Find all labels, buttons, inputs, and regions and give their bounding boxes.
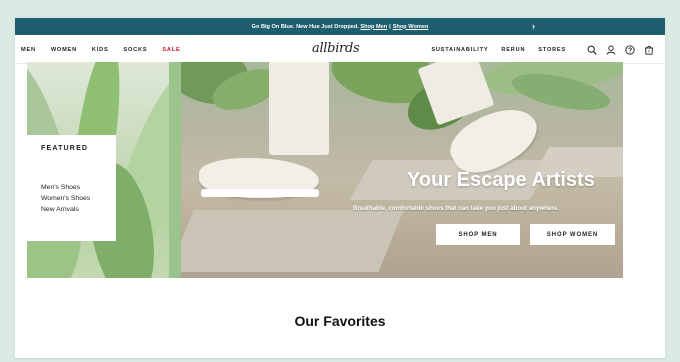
nav-sustainability[interactable]: SUSTAINABILITY bbox=[431, 47, 488, 53]
shop-men-button[interactable]: SHOP MEN bbox=[436, 224, 520, 245]
shop-women-button[interactable]: SHOP WOMEN bbox=[530, 224, 615, 245]
featured-new-arrivals-link[interactable]: New Arrivals bbox=[41, 206, 79, 213]
nav-women[interactable]: WOMEN bbox=[51, 47, 77, 53]
chevron-right-icon[interactable]: › bbox=[532, 21, 535, 31]
promo-text: Go Big On Blue. New Hue Just Dropped. bbox=[251, 23, 359, 30]
nav-rerun[interactable]: RERUN bbox=[501, 47, 525, 53]
featured-menu: FEATURED Men's Shoes Women's Shoes New A… bbox=[27, 135, 116, 241]
promo-separator: | bbox=[389, 23, 391, 30]
promo-shop-women-link[interactable]: Shop Women bbox=[393, 24, 429, 30]
brand-logo[interactable]: allbirds bbox=[312, 41, 360, 56]
featured-womens-shoes-link[interactable]: Women's Shoes bbox=[41, 195, 90, 202]
hero-banner: Your Escape Artists Breathable, comforta… bbox=[181, 62, 623, 278]
cart-count: 0 bbox=[648, 49, 650, 53]
featured-title: FEATURED bbox=[41, 145, 89, 152]
shoe-left-sole bbox=[201, 189, 319, 197]
section-title: Our Favorites bbox=[294, 313, 386, 329]
nav-sale[interactable]: SALE bbox=[162, 47, 180, 53]
stepping-stone bbox=[181, 210, 404, 272]
nav-kids[interactable]: KIDS bbox=[92, 47, 109, 53]
nav-right: SUSTAINABILITY RERUN STORES 0 bbox=[431, 35, 655, 64]
promo-banner: Go Big On Blue. New Hue Just Dropped. Sh… bbox=[15, 18, 665, 35]
search-icon[interactable] bbox=[586, 44, 598, 56]
nav-men[interactable]: MEN bbox=[21, 47, 36, 53]
promo-shop-men-link[interactable]: Shop Men bbox=[360, 24, 387, 30]
top-nav: MEN WOMEN KIDS SOCKS SALE allbirds SUSTA… bbox=[15, 35, 665, 64]
featured-mens-shoes-link[interactable]: Men's Shoes bbox=[41, 184, 80, 191]
cart-icon[interactable]: 0 bbox=[643, 44, 655, 56]
side-green-strip bbox=[169, 62, 181, 278]
nav-left: MEN WOMEN KIDS SOCKS SALE bbox=[21, 35, 196, 64]
pants-left bbox=[269, 62, 329, 155]
account-icon[interactable] bbox=[605, 44, 617, 56]
nav-socks[interactable]: SOCKS bbox=[123, 47, 147, 53]
hero-title: Your Escape Artists bbox=[407, 169, 595, 191]
hero-subtitle: Breathable, comfortable shoes that can t… bbox=[353, 205, 559, 212]
nav-stores[interactable]: STORES bbox=[538, 47, 566, 53]
help-icon[interactable] bbox=[624, 44, 636, 56]
